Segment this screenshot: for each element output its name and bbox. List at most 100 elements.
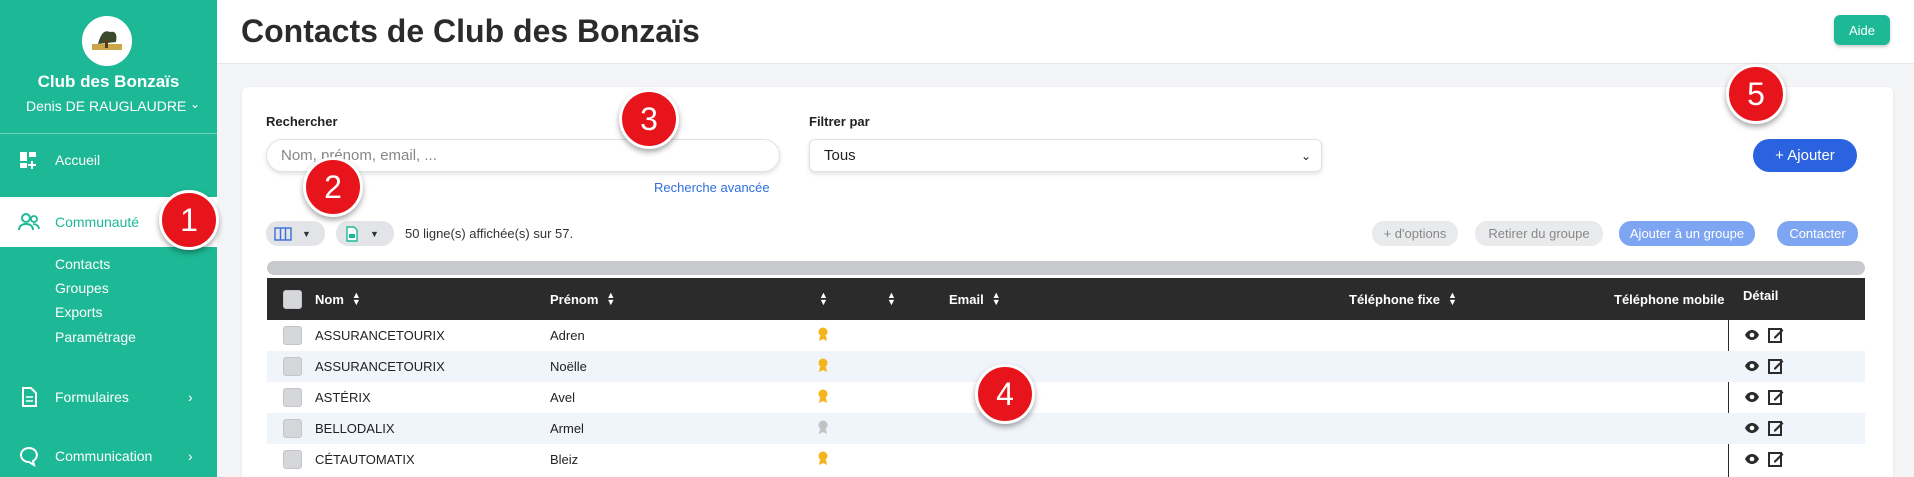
community-icon bbox=[18, 213, 40, 231]
add-to-group-button[interactable]: Ajouter à un groupe bbox=[1619, 221, 1755, 246]
callout-badge-4: 4 bbox=[975, 364, 1035, 424]
sidebar-item-formulaires[interactable]: Formulaires › bbox=[0, 372, 217, 422]
table-row[interactable]: CÉTAUTOMATIX Bleiz bbox=[267, 444, 1865, 475]
sidebar-item-accueil[interactable]: Accueil bbox=[0, 135, 217, 185]
sidebar-item-label: Accueil bbox=[55, 152, 101, 168]
col-extra[interactable]: ▲ ▼ bbox=[879, 278, 896, 320]
add-contact-button[interactable]: + Ajouter bbox=[1753, 139, 1857, 172]
search-label: Rechercher bbox=[266, 114, 338, 129]
caret-down-icon: ▼ bbox=[370, 228, 379, 239]
col-detail-label: Détail bbox=[1743, 287, 1779, 303]
sidebar-subitem-contacts[interactable]: Contacts bbox=[55, 256, 110, 272]
col-badge[interactable]: ▲ ▼ bbox=[811, 278, 828, 320]
sidebar-subitem-groupes[interactable]: Groupes bbox=[55, 280, 109, 296]
sort-icon: ▲ ▼ bbox=[1448, 290, 1457, 307]
sidebar-subitem-parametrage[interactable]: Paramétrage bbox=[55, 329, 136, 345]
sort-icon: ▲ ▼ bbox=[887, 290, 896, 307]
cell-nom: BELLODALIX bbox=[315, 421, 395, 436]
sidebar-item-communication[interactable]: Communication › bbox=[0, 431, 217, 477]
sidebar-item-label: Communication bbox=[55, 448, 153, 464]
help-button[interactable]: Aide bbox=[1834, 15, 1890, 45]
row-checkbox[interactable] bbox=[283, 419, 302, 438]
gold-medal-icon bbox=[818, 389, 828, 403]
col-detail: Détail bbox=[1743, 274, 1778, 316]
edit-icon[interactable] bbox=[1768, 451, 1784, 467]
cell-prenom: Noëlle bbox=[550, 359, 587, 374]
cell-nom: ASTÉRIX bbox=[315, 390, 371, 405]
row-checkbox[interactable] bbox=[283, 450, 302, 469]
cell-nom: ASSURANCETOURIX bbox=[315, 328, 445, 343]
table-row[interactable]: BELLODALIX Armel bbox=[267, 413, 1865, 444]
table-row[interactable]: ASTÉRIX Avel bbox=[267, 382, 1865, 413]
sort-icon: ▲ ▼ bbox=[351, 290, 361, 307]
select-all-checkbox[interactable] bbox=[283, 290, 302, 309]
cell-prenom: Adren bbox=[550, 328, 585, 343]
remove-group-button[interactable]: Retirer du groupe bbox=[1475, 221, 1603, 246]
row-checkbox[interactable] bbox=[283, 388, 302, 407]
col-prenom[interactable]: Prénom ▲ ▼ bbox=[550, 278, 615, 320]
cell-prenom: Armel bbox=[550, 421, 584, 436]
callout-badge-5: 5 bbox=[1726, 64, 1786, 124]
table-row[interactable]: ASSURANCETOURIX Adren bbox=[267, 320, 1865, 351]
club-logo bbox=[82, 16, 132, 66]
spreadsheet-icon bbox=[346, 225, 358, 242]
contact-button[interactable]: Contacter bbox=[1777, 221, 1858, 246]
chevron-down-icon: ⌄ bbox=[1300, 148, 1311, 163]
col-tel-mobile[interactable]: Téléphone mobile bbox=[1614, 278, 1725, 320]
col-prenom-label: Prénom bbox=[550, 291, 599, 307]
view-eye-icon[interactable] bbox=[1744, 358, 1760, 374]
sidebar-item-label: Formulaires bbox=[55, 389, 129, 405]
chevron-right-icon: › bbox=[188, 389, 193, 405]
filter-select[interactable]: Tous ⌄ bbox=[809, 139, 1322, 172]
callout-badge-3: 3 bbox=[619, 89, 679, 149]
table-row[interactable]: ASSURANCETOURIX Noëlle bbox=[267, 351, 1865, 382]
view-eye-icon[interactable] bbox=[1744, 389, 1760, 405]
chevron-down-icon[interactable]: ⌄ bbox=[190, 97, 200, 111]
sidebar-item-label: Communauté bbox=[55, 214, 140, 230]
chat-icon bbox=[20, 446, 38, 467]
columns-icon bbox=[274, 226, 292, 241]
filter-label: Filtrer par bbox=[809, 114, 870, 129]
row-checkbox[interactable] bbox=[283, 326, 302, 345]
sidebar-divider bbox=[0, 133, 217, 134]
caret-down-icon: ▼ bbox=[302, 228, 311, 239]
rows-info: 50 ligne(s) affichée(s) sur 57. bbox=[405, 226, 574, 241]
row-checkbox[interactable] bbox=[283, 357, 302, 376]
advanced-search-link[interactable]: Recherche avancée bbox=[654, 180, 770, 195]
dashboard-icon bbox=[20, 152, 36, 169]
grey-medal-icon bbox=[818, 420, 828, 434]
col-tel-mobile-label: Téléphone mobile bbox=[1614, 291, 1725, 307]
user-name[interactable]: Denis DE RAUGLAUDRE bbox=[26, 98, 186, 114]
club-name: Club des Bonzaïs bbox=[37, 72, 180, 91]
view-eye-icon[interactable] bbox=[1744, 420, 1760, 436]
col-nom-label: Nom bbox=[315, 291, 344, 307]
cell-prenom: Bleiz bbox=[550, 452, 579, 467]
view-eye-icon[interactable] bbox=[1744, 327, 1760, 343]
callout-badge-2: 2 bbox=[303, 157, 363, 217]
cell-nom: ASSURANCETOURIX bbox=[315, 359, 445, 374]
view-eye-icon[interactable] bbox=[1744, 451, 1760, 467]
col-nom[interactable]: Nom ▲ ▼ bbox=[315, 278, 361, 320]
filter-selected-value: Tous bbox=[824, 147, 856, 164]
col-email[interactable]: Email ▲ ▼ bbox=[949, 278, 1001, 320]
chevron-right-icon: › bbox=[188, 448, 193, 464]
sort-icon: ▲ ▼ bbox=[991, 290, 1001, 307]
sidebar-subitem-exports[interactable]: Exports bbox=[55, 304, 102, 320]
horizontal-scrollbar[interactable] bbox=[267, 261, 1865, 275]
col-tel-fixe-label: Téléphone fixe bbox=[1349, 291, 1441, 307]
gold-medal-icon bbox=[818, 358, 828, 372]
edit-icon[interactable] bbox=[1768, 389, 1784, 405]
gold-medal-icon bbox=[818, 327, 828, 341]
document-icon bbox=[22, 387, 37, 407]
page-title: Contacts de Club des Bonzaïs bbox=[241, 13, 700, 49]
sort-icon: ▲ ▼ bbox=[606, 290, 616, 307]
more-options-button[interactable]: + d'options bbox=[1372, 221, 1458, 246]
edit-icon[interactable] bbox=[1768, 327, 1784, 343]
col-tel-fixe[interactable]: Téléphone fixe ▲ ▼ bbox=[1349, 278, 1457, 320]
cell-prenom: Avel bbox=[550, 390, 576, 405]
table-header: Nom ▲ ▼ Prénom ▲ ▼ ▲ ▼ ▲ ▼ Email ▲ ▼ Téléphon… bbox=[267, 278, 1865, 320]
columns-toggle-button[interactable]: ▼ bbox=[266, 221, 325, 246]
export-menu-button[interactable]: ▼ bbox=[336, 221, 394, 246]
edit-icon[interactable] bbox=[1768, 420, 1784, 436]
edit-icon[interactable] bbox=[1768, 358, 1784, 374]
